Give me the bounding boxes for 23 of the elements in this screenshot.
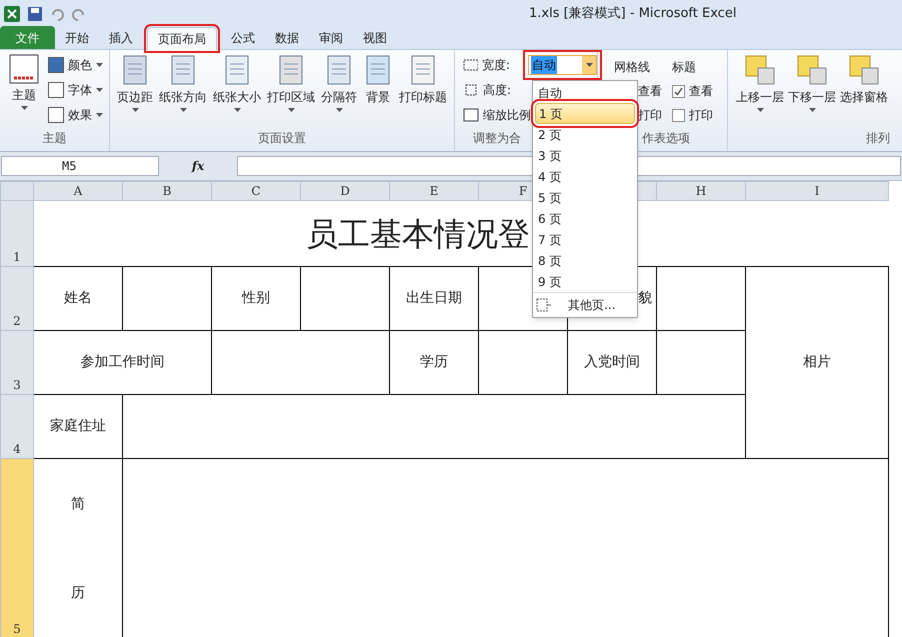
cell-text: 历 xyxy=(70,584,86,602)
cell-text: 简 xyxy=(70,494,86,514)
table-cell: 相片 xyxy=(746,266,888,458)
select-value: 自动 xyxy=(530,56,557,74)
group-label: 作表选项 xyxy=(642,130,690,147)
table-cell: 出生日期 xyxy=(390,266,478,330)
field-label: 宽度: xyxy=(482,56,510,74)
gridlines-heading: 网格线 xyxy=(614,59,650,76)
table-cell: 学历 xyxy=(390,330,478,394)
table-cell: 家庭住址 xyxy=(34,394,122,458)
table-cell: 入党时间 xyxy=(568,330,656,394)
group-label: 页面设置 xyxy=(257,130,307,147)
table-cell: 姓名 xyxy=(34,266,122,330)
headings-heading: 标题 xyxy=(672,59,697,76)
field-label: 高度: xyxy=(483,82,512,98)
table-cell: 参加工作时间 xyxy=(34,330,212,394)
field-label: 缩放比例 xyxy=(483,106,531,124)
group-label: 主题 xyxy=(42,130,68,147)
window-title: 1.xls [兼容模式] - Microsoft Excel xyxy=(529,4,736,23)
group-label: 调整为合 xyxy=(473,130,521,147)
table-cell: 性别 xyxy=(212,266,300,330)
group-label: 排列 xyxy=(865,130,891,147)
gridlines-view-label: 查看 xyxy=(638,83,662,100)
